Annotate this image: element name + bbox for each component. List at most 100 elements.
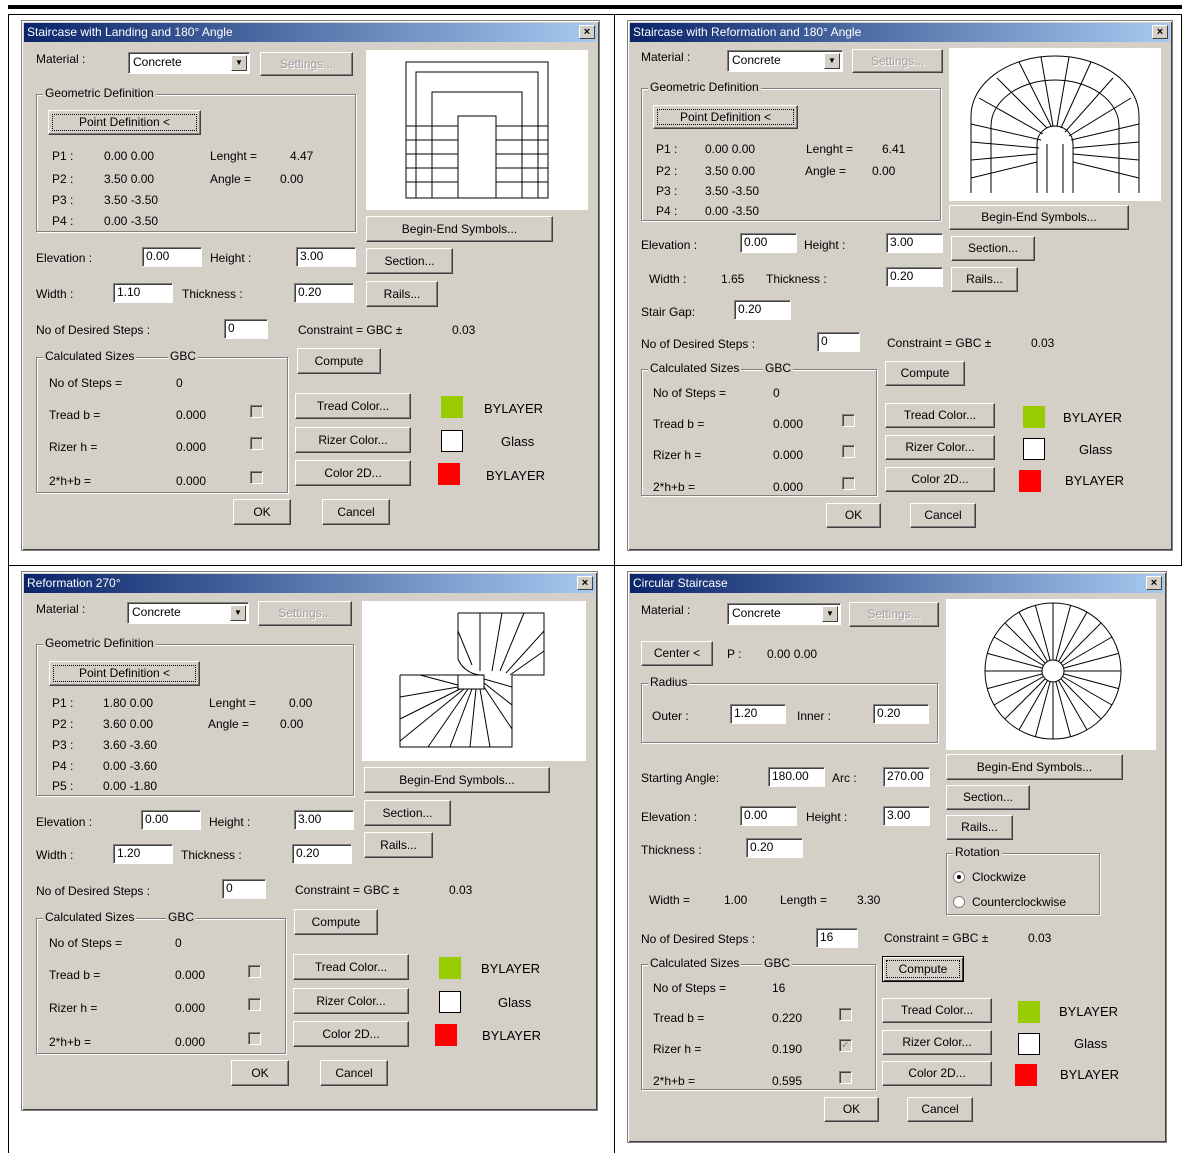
width-label: Width :	[36, 848, 74, 862]
desired-steps-input[interactable]: 16	[816, 928, 858, 948]
color-2d-button[interactable]: Color 2D...	[295, 460, 411, 486]
center-button[interactable]: Center <	[641, 641, 713, 666]
arc-input[interactable]: 270.00	[883, 767, 930, 787]
material-select[interactable]: Concrete ▼	[727, 603, 841, 625]
chevron-down-icon[interactable]: ▼	[231, 55, 247, 71]
twoh-checkbox[interactable]	[839, 1071, 852, 1084]
settings-button[interactable]: Settings...	[260, 52, 353, 76]
section-button[interactable]: Section...	[951, 236, 1035, 261]
twoh-checkbox[interactable]	[250, 471, 263, 484]
begin-end-symbols-button[interactable]: Begin-End Symbols...	[364, 767, 550, 793]
clockwise-radio[interactable]	[953, 871, 965, 883]
material-select[interactable]: Concrete ▼	[727, 50, 843, 72]
desired-steps-input[interactable]: 0	[224, 319, 268, 339]
begin-end-symbols-button[interactable]: Begin-End Symbols...	[949, 205, 1129, 230]
point-definition-button[interactable]: Point Definition <	[49, 661, 200, 686]
rizer-checkbox[interactable]	[250, 437, 263, 450]
ok-button[interactable]: OK	[824, 1097, 879, 1122]
chevron-down-icon[interactable]: ▼	[822, 606, 838, 622]
tread-layer: BYLAYER	[1059, 1004, 1119, 1019]
height-input[interactable]: 3.00	[886, 233, 943, 253]
color-2d-button[interactable]: Color 2D...	[882, 1061, 992, 1086]
width-value: 1.65	[721, 272, 745, 286]
chevron-down-icon[interactable]: ▼	[230, 605, 246, 621]
elevation-input[interactable]: 0.00	[141, 810, 201, 830]
close-button[interactable]: ×	[1152, 25, 1168, 39]
elevation-input[interactable]: 0.00	[740, 806, 797, 826]
color-2d-button[interactable]: Color 2D...	[293, 1021, 409, 1047]
material-select[interactable]: Concrete ▼	[127, 602, 249, 624]
height-input[interactable]: 3.00	[294, 810, 354, 830]
rizer-color-button[interactable]: Rizer Color...	[885, 435, 995, 460]
rizer-value: 0.000	[175, 1001, 206, 1015]
compute-button[interactable]: Compute	[297, 348, 381, 374]
thickness-input[interactable]: 0.20	[294, 283, 354, 303]
rails-button[interactable]: Rails...	[366, 281, 438, 307]
desired-steps-input[interactable]: 0	[817, 332, 860, 352]
twoh-checkbox[interactable]	[842, 477, 855, 490]
close-button[interactable]: ×	[1146, 576, 1162, 590]
rizer-color-button[interactable]: Rizer Color...	[293, 988, 409, 1014]
settings-button[interactable]: Settings...	[849, 602, 939, 627]
color-2d-layer: BYLAYER	[1060, 1067, 1120, 1082]
settings-button[interactable]: Settings...	[852, 49, 943, 73]
chevron-down-icon[interactable]: ▼	[824, 53, 840, 69]
thickness-input[interactable]: 0.20	[886, 267, 943, 287]
inner-input[interactable]: 0.20	[873, 704, 929, 724]
ok-button[interactable]: OK	[233, 499, 291, 525]
tread-checkbox[interactable]	[250, 405, 263, 418]
starting-angle-input[interactable]: 180.00	[768, 767, 825, 787]
settings-button[interactable]: Settings...	[258, 601, 352, 626]
rails-button[interactable]: Rails...	[946, 815, 1013, 840]
tread-color-button[interactable]: Tread Color...	[293, 954, 409, 980]
section-button[interactable]: Section...	[946, 785, 1030, 810]
close-button[interactable]: ×	[577, 576, 593, 590]
color-2d-button[interactable]: Color 2D...	[885, 467, 995, 492]
cancel-button[interactable]: Cancel	[907, 1097, 973, 1122]
width-label: Width =	[649, 893, 691, 907]
outer-input[interactable]: 1.20	[730, 704, 786, 724]
width-input[interactable]: 1.20	[113, 844, 173, 864]
cancel-button[interactable]: Cancel	[910, 503, 976, 528]
height-input[interactable]: 3.00	[883, 806, 930, 826]
thickness-input[interactable]: 0.20	[292, 844, 352, 864]
ok-button[interactable]: OK	[231, 1060, 289, 1086]
tread-checkbox[interactable]	[248, 965, 261, 978]
begin-end-symbols-button[interactable]: Begin-End Symbols...	[366, 216, 553, 242]
rizer-checkbox-checked[interactable]: ✓	[839, 1039, 852, 1052]
compute-button[interactable]: Compute	[885, 361, 965, 386]
outer-label: Outer :	[652, 709, 689, 723]
section-button[interactable]: Section...	[364, 800, 451, 826]
tread-color-button[interactable]: Tread Color...	[885, 403, 995, 428]
begin-end-symbols-button[interactable]: Begin-End Symbols...	[946, 754, 1123, 780]
cancel-button[interactable]: Cancel	[322, 499, 390, 525]
desired-steps-input[interactable]: 0	[222, 879, 266, 899]
elevation-input[interactable]: 0.00	[142, 247, 202, 267]
tread-checkbox[interactable]	[842, 414, 855, 427]
tread-color-button[interactable]: Tread Color...	[882, 998, 992, 1023]
rizer-color-button[interactable]: Rizer Color...	[295, 427, 411, 453]
rails-button[interactable]: Rails...	[951, 267, 1018, 292]
tread-color-button[interactable]: Tread Color...	[295, 393, 411, 419]
rails-button[interactable]: Rails...	[364, 832, 433, 858]
compute-button[interactable]: Compute	[882, 956, 964, 982]
rizer-checkbox[interactable]	[842, 445, 855, 458]
close-button[interactable]: ×	[579, 25, 595, 39]
stair-gap-input[interactable]: 0.20	[734, 300, 791, 320]
cancel-button[interactable]: Cancel	[320, 1060, 388, 1086]
compute-button[interactable]: Compute	[294, 909, 378, 935]
ok-button[interactable]: OK	[826, 503, 881, 528]
tread-checkbox[interactable]	[839, 1008, 852, 1021]
height-input[interactable]: 3.00	[296, 247, 356, 267]
width-input[interactable]: 1.10	[113, 283, 173, 303]
thickness-input[interactable]: 0.20	[746, 838, 803, 858]
rizer-checkbox[interactable]	[248, 998, 261, 1011]
section-button[interactable]: Section...	[366, 248, 453, 274]
counterclockwise-radio[interactable]	[953, 896, 965, 908]
elevation-input[interactable]: 0.00	[740, 233, 797, 253]
rizer-color-button[interactable]: Rizer Color...	[882, 1030, 992, 1055]
twoh-checkbox[interactable]	[248, 1032, 261, 1045]
material-select[interactable]: Concrete ▼	[128, 52, 250, 74]
point-definition-button[interactable]: Point Definition <	[48, 110, 201, 135]
point-definition-button[interactable]: Point Definition <	[653, 105, 798, 129]
